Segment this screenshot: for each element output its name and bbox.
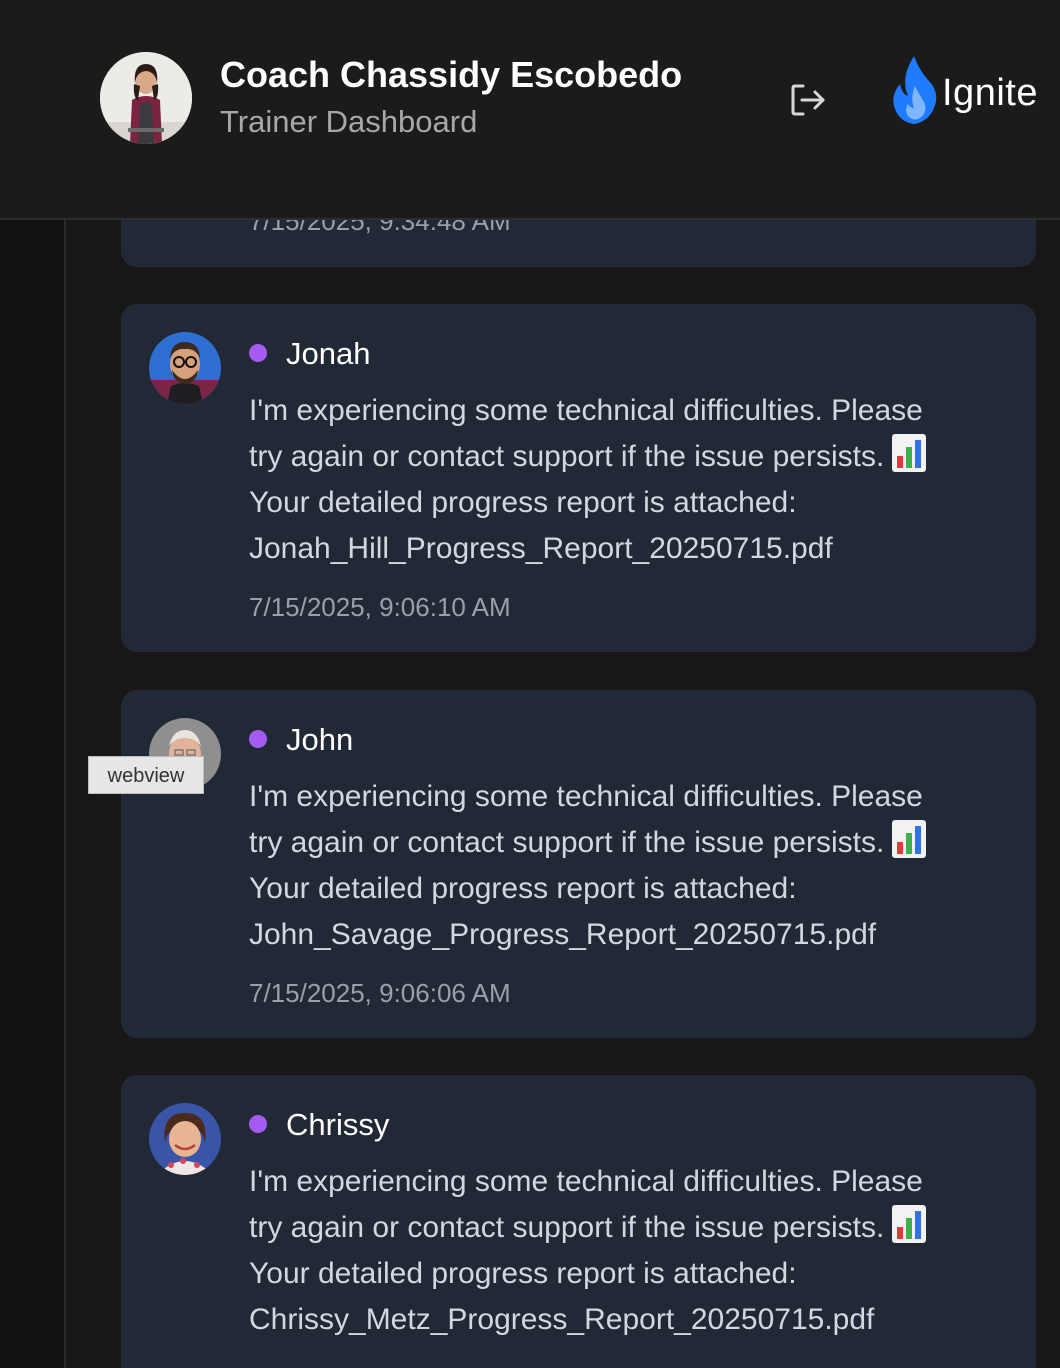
online-status-dot	[249, 344, 267, 362]
sender-name: John	[286, 722, 354, 757]
message-line: I'm experiencing some technical difficul…	[249, 1165, 923, 1198]
trainer-dashboard-page: 7/15/2025, 9:34:48 AM Jonah I'm experien…	[0, 0, 1060, 1368]
message-line-with-emoji: try again or contact support if the issu…	[249, 434, 1009, 480]
online-status-dot	[249, 1115, 267, 1133]
sender-avatar[interactable]	[149, 332, 221, 404]
attachment-filename[interactable]: Chrissy_Metz_Progress_Report_20250715.pd…	[249, 1297, 1009, 1343]
dashboard-subtitle: Trainer Dashboard	[220, 104, 478, 139]
webview-tooltip: webview	[88, 756, 204, 794]
message-line-with-emoji: try again or contact support if the issu…	[249, 1205, 1009, 1251]
message-line: try again or contact support if the issu…	[249, 826, 885, 859]
message-line-with-emoji: try again or contact support if the issu…	[249, 820, 1009, 866]
bar-chart-icon	[892, 820, 927, 858]
message-line: try again or contact support if the issu…	[249, 440, 885, 473]
sender-avatar[interactable]	[149, 1103, 221, 1175]
bar-chart-icon	[892, 434, 927, 472]
brand-name: Ignite	[942, 72, 1038, 114]
bar-chart-icon	[892, 1205, 927, 1243]
message-card[interactable]: Chrissy I'm experiencing some technical …	[121, 1075, 1036, 1368]
message-line: I'm experiencing some technical difficul…	[249, 780, 923, 813]
message-body: I'm experiencing some technical difficul…	[249, 1159, 1009, 1343]
attachment-filename[interactable]: John_Savage_Progress_Report_20250715.pdf	[249, 912, 1009, 958]
message-card[interactable]: John I'm experiencing some technical dif…	[121, 690, 1036, 1038]
message-line: Your detailed progress report is attache…	[249, 1257, 797, 1290]
message-line: Your detailed progress report is attache…	[249, 486, 797, 519]
message-timestamp: 7/15/2025, 9:06:10 AM	[249, 592, 511, 622]
message-timestamp: 7/15/2025, 9:06:06 AM	[249, 978, 511, 1008]
message-line: Your detailed progress report is attache…	[249, 872, 797, 905]
message-line: try again or contact support if the issu…	[249, 1211, 885, 1244]
attachment-filename[interactable]: Jonah_Hill_Progress_Report_20250715.pdf	[249, 526, 1009, 572]
logout-icon	[791, 84, 825, 116]
sender-name: Jonah	[286, 336, 371, 371]
message-card[interactable]: Jonah I'm experiencing some technical di…	[121, 304, 1036, 652]
online-status-dot	[249, 730, 267, 748]
brand-logo[interactable]: Ignite	[890, 54, 1050, 126]
message-body: I'm experiencing some technical difficul…	[249, 388, 1009, 572]
logout-button[interactable]	[786, 78, 830, 122]
message-body: I'm experiencing some technical difficul…	[249, 774, 1009, 958]
flame-icon	[893, 56, 937, 124]
app-header: Coach Chassidy Escobedo Trainer Dashboar…	[0, 0, 1060, 220]
sender-name: Chrissy	[286, 1107, 390, 1142]
message-line: I'm experiencing some technical difficul…	[249, 394, 923, 427]
coach-name: Coach Chassidy Escobedo	[220, 54, 683, 95]
coach-avatar[interactable]	[100, 52, 192, 144]
